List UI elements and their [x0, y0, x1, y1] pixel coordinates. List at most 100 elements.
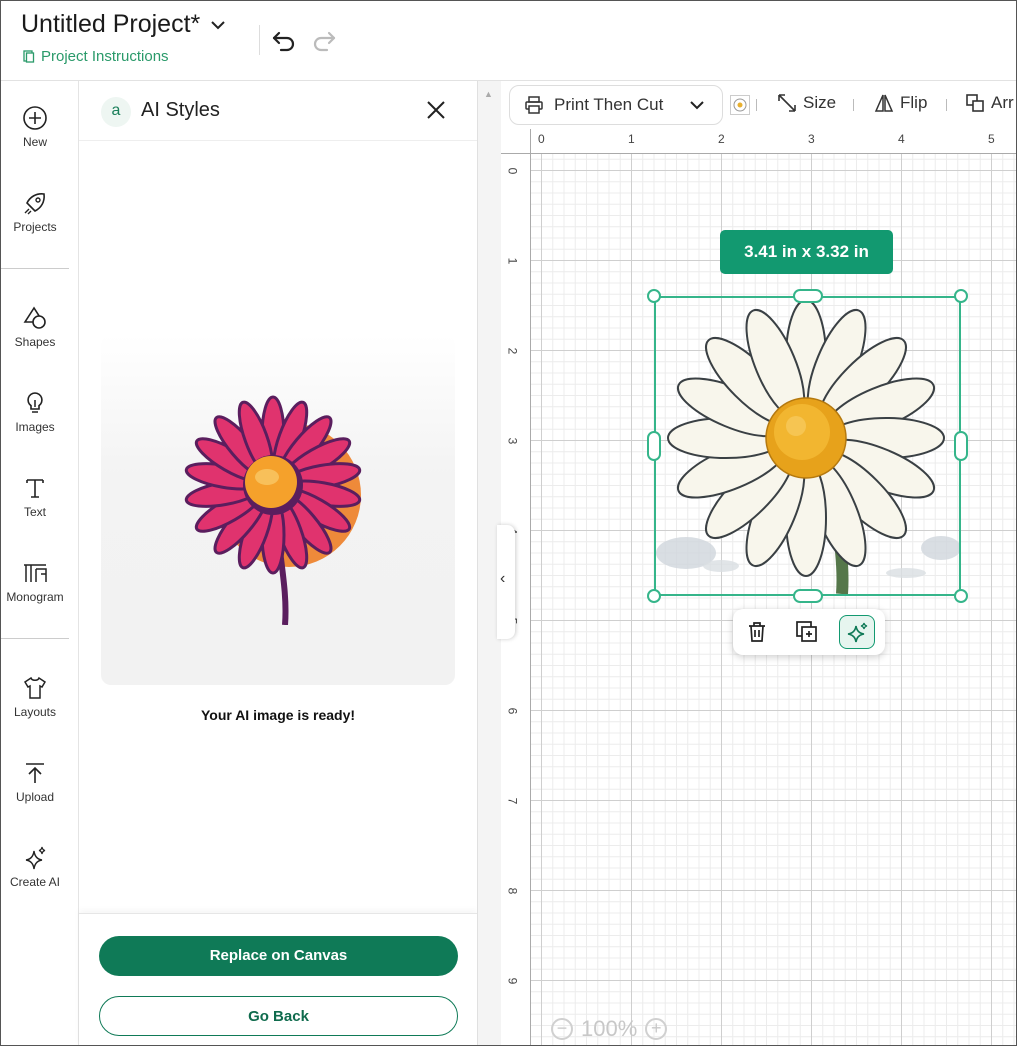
- resize-handle-top[interactable]: [793, 289, 823, 303]
- ruler-tick-label: 0: [505, 167, 520, 175]
- operation-label: Print Then Cut: [554, 95, 664, 114]
- project-title: Untitled Project*: [21, 10, 201, 38]
- ruler-tick-label: 5: [988, 132, 995, 146]
- rail-divider: [1, 638, 69, 639]
- rail-item-images[interactable]: Images: [1, 390, 69, 434]
- resize-handle-right[interactable]: [954, 431, 968, 461]
- project-instructions-label: Project Instructions: [41, 48, 169, 65]
- printer-icon: [525, 96, 543, 114]
- rail-label-layouts: Layouts: [13, 705, 57, 719]
- close-icon[interactable]: [425, 99, 447, 121]
- text-icon: [26, 479, 44, 498]
- ruler-tick-label: 7: [505, 797, 520, 805]
- flip-tool[interactable]: Flip: [874, 93, 927, 113]
- top-header: Untitled Project* Project Instructions: [1, 1, 1016, 81]
- rail-item-projects[interactable]: Projects: [1, 190, 69, 234]
- scroll-up-arrow-icon[interactable]: ▲: [484, 89, 493, 99]
- daisy-thumbnail-icon: [733, 98, 747, 112]
- panel-header: a AI Styles: [79, 81, 477, 141]
- ruler-tick-label: 3: [808, 132, 815, 146]
- pink-daisy-image: [184, 395, 362, 625]
- ruler-tick-label: 2: [505, 347, 520, 355]
- panel-footer: Replace on Canvas Go Back: [79, 913, 477, 1045]
- sparkle-icon: [847, 622, 868, 643]
- rail-item-shapes[interactable]: Shapes: [1, 305, 69, 349]
- chevron-down-icon: [690, 101, 705, 110]
- arrange-label: Arr: [991, 93, 1014, 112]
- selection-box[interactable]: [654, 296, 961, 596]
- undo-icon[interactable]: [271, 27, 297, 53]
- rail-label-shapes: Shapes: [14, 335, 56, 349]
- rail-item-text[interactable]: Text: [1, 475, 69, 519]
- image-thumbnail[interactable]: [730, 95, 750, 115]
- project-title-dropdown[interactable]: Untitled Project*: [21, 10, 228, 39]
- ai-styles-panel: a AI Styles Your AI image is ready! Repl…: [79, 81, 477, 1045]
- trash-icon: [749, 622, 765, 642]
- selection-action-bar: [733, 609, 885, 655]
- rail-item-monogram[interactable]: Monogram: [1, 560, 69, 604]
- size-tool[interactable]: Size: [777, 93, 836, 113]
- ruler-tick-label: 1: [505, 257, 520, 265]
- chevron-down-icon: [211, 20, 225, 29]
- zoom-level: 100%: [581, 1016, 638, 1041]
- rail-label-new: New: [22, 135, 47, 149]
- size-label: Size: [803, 93, 837, 112]
- collapse-panel-tab[interactable]: ‹: [497, 525, 515, 639]
- rail-label-text: Text: [23, 505, 46, 519]
- ruler-tick-label: 3: [505, 437, 520, 445]
- resize-handle-bottom-right[interactable]: [954, 589, 968, 603]
- duplicate-icon: [796, 621, 817, 642]
- panel-title: AI Styles: [141, 99, 220, 121]
- resize-handle-top-right[interactable]: [954, 289, 968, 303]
- document-icon: [23, 50, 35, 63]
- flip-label: Flip: [900, 93, 928, 112]
- dimensions-badge: 3.41 in x 3.32 in: [720, 230, 893, 274]
- rail-item-layouts[interactable]: Layouts: [1, 675, 69, 719]
- project-instructions-link[interactable]: Project Instructions: [23, 48, 169, 65]
- resize-handle-top-left[interactable]: [647, 289, 661, 303]
- delete-button[interactable]: [739, 615, 775, 649]
- canvas-toolbar: Print Then Cut Size Flip Arr: [501, 81, 1016, 129]
- design-canvas[interactable]: Print Then Cut Size Flip Arr 0 1 2 3 4 5…: [501, 81, 1016, 1045]
- rail-item-new[interactable]: New: [1, 105, 69, 149]
- arrange-icon: [966, 94, 984, 112]
- arrange-tool[interactable]: Arr: [965, 93, 1014, 113]
- ruler-tick-label: 8: [505, 887, 520, 895]
- zoom-out-button[interactable]: −: [551, 1018, 573, 1040]
- shapes-icon: [23, 306, 46, 329]
- resize-handle-bottom-left[interactable]: [647, 589, 661, 603]
- sparkle-icon: [25, 846, 46, 870]
- resize-handle-left[interactable]: [647, 431, 661, 461]
- rail-label-upload: Upload: [15, 790, 55, 804]
- ruler-tick-label: 2: [718, 132, 725, 146]
- app-window: Untitled Project* Project Instructions N…: [0, 0, 1017, 1046]
- zoom-control: − 100% +: [551, 1016, 668, 1042]
- go-back-button[interactable]: Go Back: [99, 996, 458, 1036]
- ai-styles-button[interactable]: [839, 615, 875, 649]
- ai-styles-logo: a: [101, 97, 131, 127]
- resize-handle-bottom[interactable]: [793, 589, 823, 603]
- rail-item-upload[interactable]: Upload: [1, 760, 69, 804]
- rail-label-images: Images: [15, 420, 55, 434]
- redo-icon[interactable]: [311, 27, 337, 53]
- ruler-tick-label: 0: [538, 132, 545, 146]
- ruler-corner: [501, 129, 531, 154]
- operation-select[interactable]: Print Then Cut: [509, 85, 723, 125]
- left-rail: New Projects Shapes Images Text Monogram…: [1, 81, 79, 1045]
- upload-icon: [26, 763, 44, 783]
- rocket-icon: [24, 193, 45, 215]
- rail-label-monogram: Monogram: [6, 590, 64, 604]
- zoom-in-button[interactable]: +: [645, 1018, 668, 1040]
- ruler-tick-label: 4: [898, 132, 905, 146]
- duplicate-button[interactable]: [789, 615, 825, 649]
- chevron-left-icon: ‹: [500, 570, 506, 587]
- canvas-grid[interactable]: [531, 154, 1016, 1045]
- ready-message: Your AI image is ready!: [200, 707, 356, 723]
- rail-label-create-ai: Create AI: [9, 875, 61, 889]
- shirt-icon: [23, 676, 47, 699]
- rail-item-create-ai[interactable]: Create AI: [1, 845, 69, 889]
- replace-on-canvas-button[interactable]: Replace on Canvas: [99, 936, 458, 976]
- toolbar-divider: [946, 99, 947, 111]
- ruler-tick-label: 1: [628, 132, 635, 146]
- flip-icon: [874, 94, 894, 112]
